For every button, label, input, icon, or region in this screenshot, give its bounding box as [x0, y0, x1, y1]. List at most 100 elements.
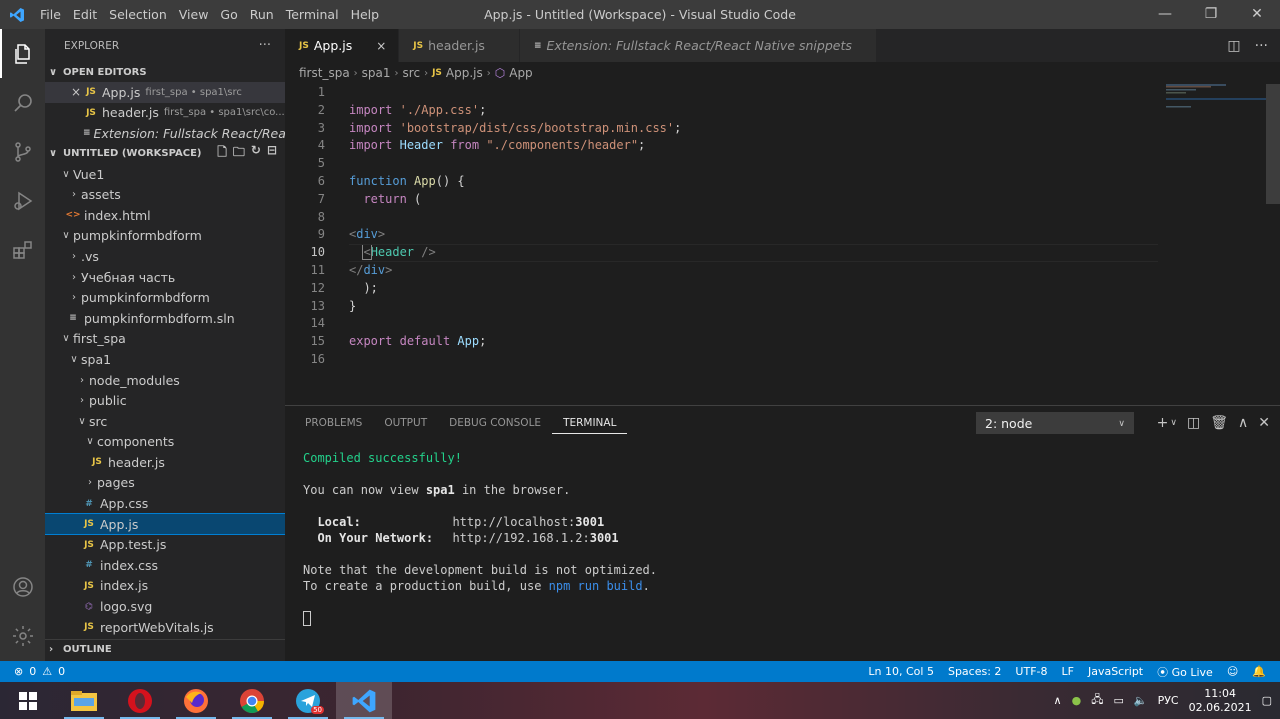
new-folder-icon[interactable]: 🗀 [233, 143, 245, 164]
close-window-button[interactable]: ✕ [1234, 0, 1280, 29]
tree-folder[interactable]: ∨ first_spa [45, 329, 285, 350]
status-left[interactable]: ⊗ 0 ⚠ 0 [0, 665, 65, 678]
tree-file[interactable]: ≡ pumpkinformbdform.sln [45, 308, 285, 329]
file-explorer-taskbar-icon[interactable] [56, 682, 112, 719]
tree-file[interactable]: JS reportWebVitals.js [45, 617, 285, 638]
tab-terminal[interactable]: TERMINAL [552, 406, 628, 434]
code-editor[interactable]: 1 2 import './App.css'; 3 import 'bootstra… [285, 84, 1280, 369]
tree-folder[interactable]: ∨ Vue1 [45, 164, 285, 185]
tree-file[interactable]: # index.css [45, 555, 285, 576]
tree-folder[interactable]: › node_modules [45, 370, 285, 391]
tree-file[interactable]: JS App.test.js [45, 534, 285, 555]
breadcrumb-item[interactable]: App [509, 66, 532, 80]
scrollbar-thumb[interactable] [1266, 84, 1280, 204]
opera-taskbar-icon[interactable] [112, 682, 168, 719]
terminal-output[interactable]: Compiled successfully! You can now view … [303, 450, 657, 626]
open-editor-item[interactable]: × JS App.js first_spa • spa1\src [45, 82, 285, 103]
refresh-icon[interactable]: ↻ [251, 143, 261, 164]
tree-file[interactable]: <> index.html [45, 205, 285, 226]
clock[interactable]: 11:04 02.06.2021 [1189, 687, 1252, 715]
close-icon[interactable]: × [69, 85, 83, 99]
language-mode[interactable]: JavaScript [1088, 665, 1143, 678]
notifications-bell-icon[interactable]: 🔔 [1252, 665, 1266, 678]
tree-folder[interactable]: › assets [45, 184, 285, 205]
menu-file[interactable]: File [34, 0, 67, 29]
workspace-section[interactable]: ∨ UNTITLED (WORKSPACE) 🗋 🗀 ↻ ⊟ [45, 143, 285, 164]
open-editor-item[interactable]: JS header.js first_spa • spa1\src\co... [45, 103, 285, 124]
explorer-more-button[interactable]: ··· [259, 38, 271, 53]
run-debug-icon[interactable] [0, 176, 45, 225]
breadcrumb-item[interactable]: src [403, 66, 421, 80]
tree-folder[interactable]: › pumpkinformbdform [45, 287, 285, 308]
volume-icon[interactable]: 🔈 [1134, 694, 1148, 707]
new-file-icon[interactable]: 🗋 [217, 143, 227, 164]
maximize-button[interactable]: ❐ [1188, 0, 1234, 29]
end-of-line[interactable]: LF [1062, 665, 1074, 678]
menu-go[interactable]: Go [214, 0, 243, 29]
tree-file[interactable]: ⌬ logo.svg [45, 596, 285, 617]
input-language[interactable]: РУС [1158, 694, 1179, 707]
tab-extension[interactable]: ≡ Extension: Fullstack React/React Nativ… [519, 29, 877, 62]
menu-terminal[interactable]: Terminal [280, 0, 345, 29]
tree-file[interactable]: JS header.js [45, 452, 285, 473]
more-actions-icon[interactable]: ··· [1255, 38, 1268, 54]
go-live-button[interactable]: ⦿ Go Live [1157, 664, 1213, 680]
tree-folder[interactable]: ∨ pumpkinformbdform [45, 226, 285, 247]
menu-selection[interactable]: Selection [103, 0, 173, 29]
editor-scrollbar[interactable] [1266, 84, 1280, 404]
tree-folder[interactable]: ∨ spa1 [45, 349, 285, 370]
tree-file-selected[interactable]: JS App.js [45, 512, 285, 536]
menu-view[interactable]: View [173, 0, 215, 29]
settings-gear-icon[interactable] [0, 611, 45, 660]
terminal-select[interactable]: 2: node ∨ [976, 412, 1134, 434]
tree-file[interactable]: # App.css [45, 493, 285, 514]
firefox-taskbar-icon[interactable] [168, 682, 224, 719]
breadcrumb-item[interactable]: first_spa [299, 66, 350, 80]
outline-section[interactable]: › OUTLINE [45, 639, 285, 659]
close-panel-icon[interactable]: ✕ [1258, 412, 1270, 434]
menu-help[interactable]: Help [345, 0, 386, 29]
tree-file[interactable]: JS index.js [45, 576, 285, 597]
minimap[interactable] [1166, 84, 1266, 124]
feedback-icon[interactable]: ☺ [1227, 665, 1238, 678]
show-hidden-icons-icon[interactable]: ∧ [1054, 694, 1062, 707]
open-editor-item[interactable]: ≡ Extension: Fullstack React/React ... [45, 123, 285, 144]
breadcrumb-item[interactable]: App.js [446, 66, 483, 80]
encoding[interactable]: UTF-8 [1015, 665, 1047, 678]
chevron-down-icon[interactable]: ∨ [1170, 412, 1177, 434]
start-button[interactable] [0, 682, 56, 719]
tree-folder[interactable]: ∨ components [45, 432, 285, 453]
split-terminal-icon[interactable]: ◫ [1187, 412, 1200, 434]
tree-folder[interactable]: › public [45, 390, 285, 411]
new-terminal-icon[interactable]: + [1157, 412, 1169, 434]
open-editors-section[interactable]: ∨ OPEN EDITORS [45, 62, 285, 82]
tab-debug-console[interactable]: DEBUG CONSOLE [438, 406, 552, 440]
notifications-icon[interactable]: ▢ [1262, 694, 1272, 707]
trash-icon[interactable]: 🗑 [1210, 412, 1228, 434]
collapse-all-icon[interactable]: ⊟ [267, 143, 277, 164]
split-editor-icon[interactable]: ◫ [1227, 38, 1240, 54]
account-icon[interactable] [0, 562, 45, 611]
tree-folder[interactable]: › pages [45, 473, 285, 494]
cursor-position[interactable]: Ln 10, Col 5 [868, 665, 934, 678]
display-icon[interactable]: ▭ [1113, 694, 1123, 707]
tab-output[interactable]: OUTPUT [373, 406, 438, 440]
tree-folder[interactable]: › .vs [45, 246, 285, 267]
extensions-icon[interactable] [0, 225, 45, 274]
tab-header-js[interactable]: JS header.js [399, 29, 520, 62]
tab-problems[interactable]: PROBLEMS [305, 406, 373, 440]
close-icon[interactable]: × [374, 39, 388, 53]
chrome-taskbar-icon[interactable] [224, 682, 280, 719]
minimize-button[interactable]: — [1142, 0, 1188, 29]
maximize-panel-icon[interactable]: ∧ [1238, 412, 1248, 434]
network-icon[interactable]: 🖧 [1091, 691, 1103, 710]
source-control-icon[interactable] [0, 127, 45, 176]
tree-folder[interactable]: ∨ src [45, 411, 285, 432]
menu-run[interactable]: Run [244, 0, 280, 29]
tray-app-icon[interactable]: ● [1072, 694, 1082, 707]
menu-edit[interactable]: Edit [67, 0, 103, 29]
search-icon[interactable] [0, 78, 45, 127]
telegram-taskbar-icon[interactable]: 50 [280, 682, 336, 719]
tree-folder[interactable]: › Учебная часть [45, 267, 285, 288]
indentation[interactable]: Spaces: 2 [948, 665, 1001, 678]
